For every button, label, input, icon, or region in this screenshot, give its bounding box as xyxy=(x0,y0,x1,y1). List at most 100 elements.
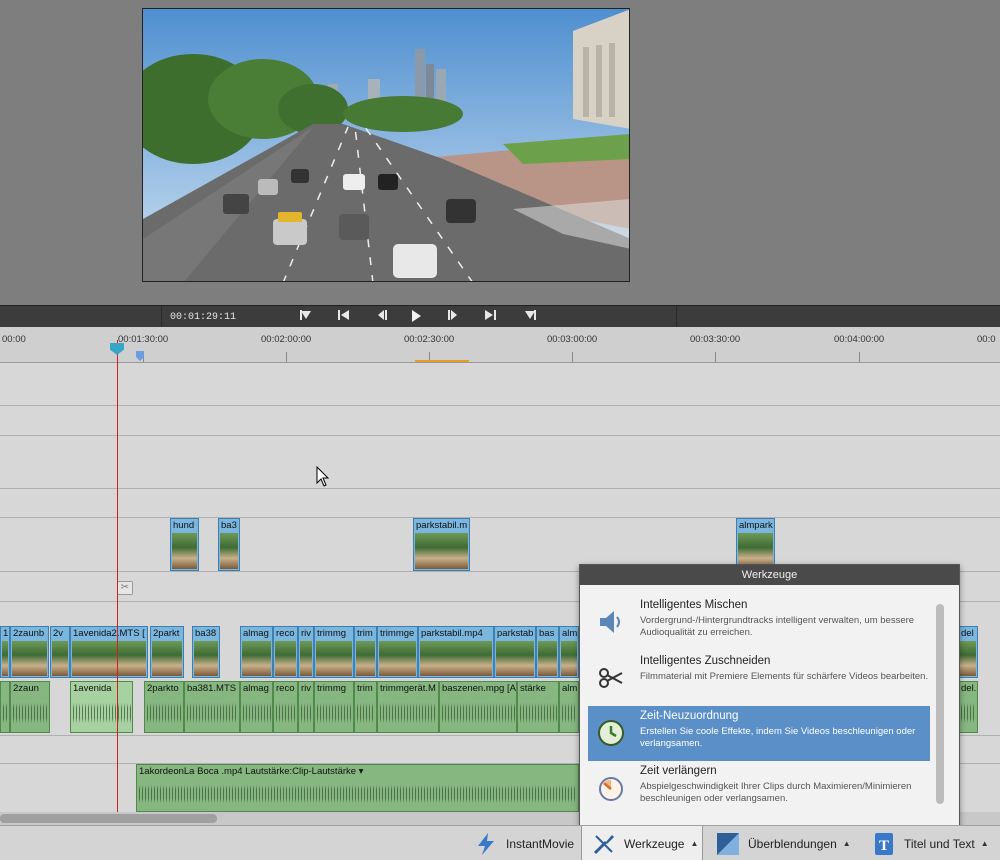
clip-label: del. xyxy=(961,683,977,694)
video-clip[interactable]: almp xyxy=(559,626,579,678)
video-clip[interactable]: trimmg xyxy=(314,626,354,678)
audio-clip[interactable]: almag xyxy=(240,681,273,733)
video-clip[interactable]: bas xyxy=(536,626,559,678)
tool-zeit-verlaengern[interactable]: Zeit verlängern Abspielgeschwindigkeit I… xyxy=(588,761,930,816)
audio-clip[interactable]: riv xyxy=(298,681,314,733)
audio-clip[interactable]: 1avenida xyxy=(70,681,133,733)
instantmovie-button[interactable]: InstantMovie xyxy=(474,826,578,860)
clip-label: 2v xyxy=(53,628,64,639)
time-ruler[interactable]: 00:00 00:01:30:00 00:02:00:00 00:02:30:0… xyxy=(0,327,1000,363)
clip-thumbnail xyxy=(172,533,197,569)
video-clip[interactable]: trimmge xyxy=(377,626,418,678)
video-clip[interactable]: 2zaunb xyxy=(10,626,49,678)
audio-clip[interactable]: baszenen.mpg [A] xyxy=(439,681,517,733)
split-scissors-icon[interactable]: ✂ xyxy=(117,581,133,595)
clip-label: stärke xyxy=(520,683,546,694)
video-clip[interactable]: hund xyxy=(170,518,199,571)
caret-up-icon: ▲ xyxy=(842,839,851,848)
ruler-tick xyxy=(572,352,573,362)
step-forward-button[interactable] xyxy=(445,310,461,324)
audio-clip[interactable]: del. xyxy=(958,681,978,733)
audio-clip[interactable]: 2parkto xyxy=(144,681,184,733)
clip-label: ba381.MTS [ xyxy=(187,683,240,694)
audio-clip[interactable]: trimmg xyxy=(314,681,354,733)
video-clip[interactable]: parkstabil.mp4 xyxy=(418,626,494,678)
clip-thumbnail xyxy=(415,533,468,569)
scrollbar-thumb[interactable] xyxy=(0,814,217,823)
audio-clip[interactable]: reco xyxy=(273,681,298,733)
werkzeuge-button[interactable]: Werkzeuge ▲ xyxy=(581,826,703,860)
audio-waveform xyxy=(561,696,577,730)
clip-label: trim xyxy=(357,683,373,694)
go-to-start-button[interactable] xyxy=(336,310,352,324)
track-divider xyxy=(0,517,1000,518)
video-clip[interactable]: ba38 xyxy=(192,626,220,678)
audio-waveform xyxy=(316,696,352,730)
ruler-tick xyxy=(286,352,287,362)
video-clip[interactable]: 1avenida2.MTS [ xyxy=(70,626,148,678)
tools-icon xyxy=(593,834,614,854)
clip-thumbnail xyxy=(960,641,976,676)
clip-label: trimmge xyxy=(380,628,415,639)
audio-clip[interactable]: trim xyxy=(354,681,377,733)
video-preview-frame[interactable] xyxy=(142,8,630,282)
ruler-label: 00:02:00:00 xyxy=(261,334,312,345)
tool-title: Zeit verlängern xyxy=(640,765,717,777)
audio-clip[interactable]: 2zaun xyxy=(10,681,50,733)
clip-label: 2zaunb xyxy=(13,628,45,639)
play-button[interactable] xyxy=(408,310,424,324)
audio-clip[interactable]: alm xyxy=(559,681,579,733)
audio-waveform xyxy=(242,696,271,730)
video-clip[interactable]: ba3 xyxy=(218,518,240,571)
step-back-button[interactable] xyxy=(374,310,390,324)
audio-waveform xyxy=(300,696,312,730)
clip-label: almpark xyxy=(739,520,773,531)
clip-label: trim xyxy=(357,628,373,639)
video-clip[interactable]: riv xyxy=(298,626,314,678)
tool-zeit-neuzuordnung[interactable]: Zeit-Neuzuordnung Erstellen Sie coole Ef… xyxy=(588,706,930,761)
video-clip[interactable]: trim xyxy=(354,626,377,678)
lightning-icon xyxy=(478,832,494,855)
audio-waveform xyxy=(519,696,557,730)
video-clip[interactable]: 2v xyxy=(50,626,70,678)
video-clip[interactable]: 1 xyxy=(0,626,10,678)
video-clip[interactable]: del xyxy=(958,626,978,678)
ueberblendungen-button[interactable]: Überblendungen ▲ xyxy=(716,826,858,860)
tool-description: Filmmaterial mit Premiere Elements für s… xyxy=(640,671,929,682)
titel-und-text-button[interactable]: T Titel und Text ▲ xyxy=(872,826,998,860)
clip-label: reco xyxy=(276,683,295,694)
clip-label: trimmg xyxy=(317,683,347,694)
video-clip[interactable]: parkstabil.m xyxy=(413,518,470,571)
street-scene-image xyxy=(143,9,629,281)
clip-label: trimmgerät.M xyxy=(380,683,436,694)
go-to-end-button[interactable] xyxy=(482,310,498,324)
clip-label: almp xyxy=(562,628,578,639)
audio-clip[interactable] xyxy=(0,681,10,733)
mark-out-button[interactable] xyxy=(522,310,538,324)
tool-title: Zeit-Neuzuordnung xyxy=(640,710,739,722)
clip-thumbnail xyxy=(561,641,577,676)
clip-label: reco xyxy=(276,628,295,639)
tool-intelligentes-zuschneiden[interactable]: Intelligentes Zuschneiden Filmmaterial m… xyxy=(588,651,930,706)
work-area-bar[interactable] xyxy=(415,360,469,362)
caret-up-icon: ▲ xyxy=(690,839,699,848)
video-clip[interactable]: parkstab xyxy=(494,626,536,678)
audio-clip[interactable]: stärke xyxy=(517,681,559,733)
video-clip[interactable]: reco xyxy=(273,626,298,678)
mark-in-button[interactable] xyxy=(298,310,314,324)
clock-icon xyxy=(598,720,624,746)
audio-waveform xyxy=(186,696,238,730)
clip-thumbnail xyxy=(538,641,557,676)
ruler-tick xyxy=(859,352,860,362)
clip-label: almag xyxy=(243,683,269,694)
panel-scrollbar[interactable] xyxy=(936,604,944,804)
video-clip[interactable]: 2parkt xyxy=(150,626,184,678)
clip-label: trimmg xyxy=(317,628,347,639)
music-clip[interactable]: 1akordeonLa Boca .mp4 Lautstärke:Clip-La… xyxy=(136,764,579,812)
transition-icon xyxy=(717,832,739,855)
tool-intelligentes-mischen[interactable]: Intelligentes Mischen Vordergrund-/Hinte… xyxy=(588,595,930,650)
audio-clip[interactable]: trimmgerät.M xyxy=(377,681,439,733)
video-clip[interactable]: almag xyxy=(240,626,273,678)
ruler-label: 00:0 xyxy=(977,334,996,345)
audio-clip[interactable]: ba381.MTS [ xyxy=(184,681,240,733)
